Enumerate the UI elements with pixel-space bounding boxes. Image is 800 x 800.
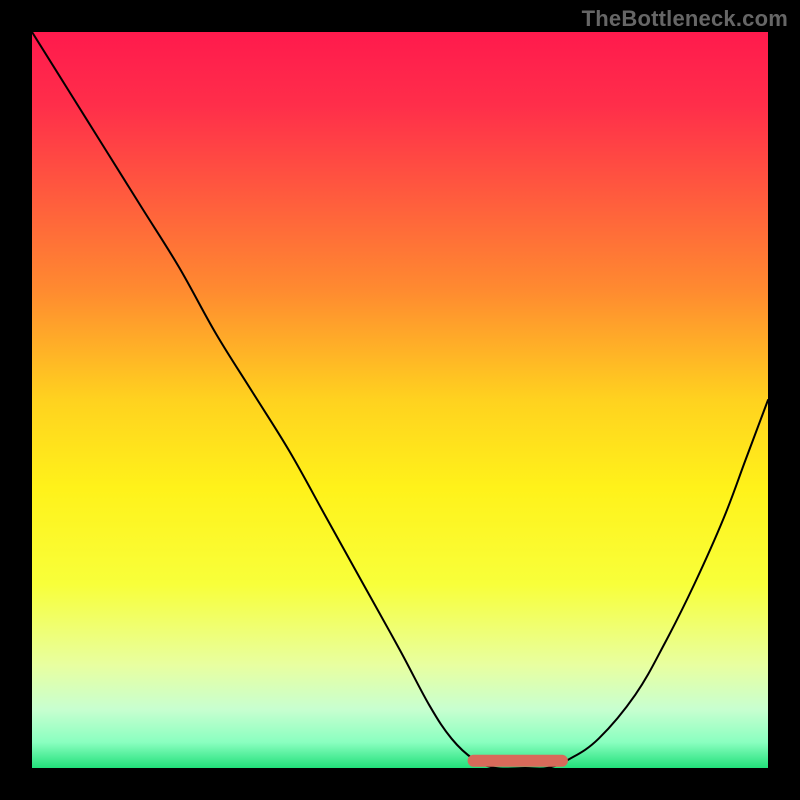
chart-frame: TheBottleneck.com [0,0,800,800]
chart-svg [32,32,768,768]
watermark-text: TheBottleneck.com [582,6,788,32]
chart-plot-area [32,32,768,768]
